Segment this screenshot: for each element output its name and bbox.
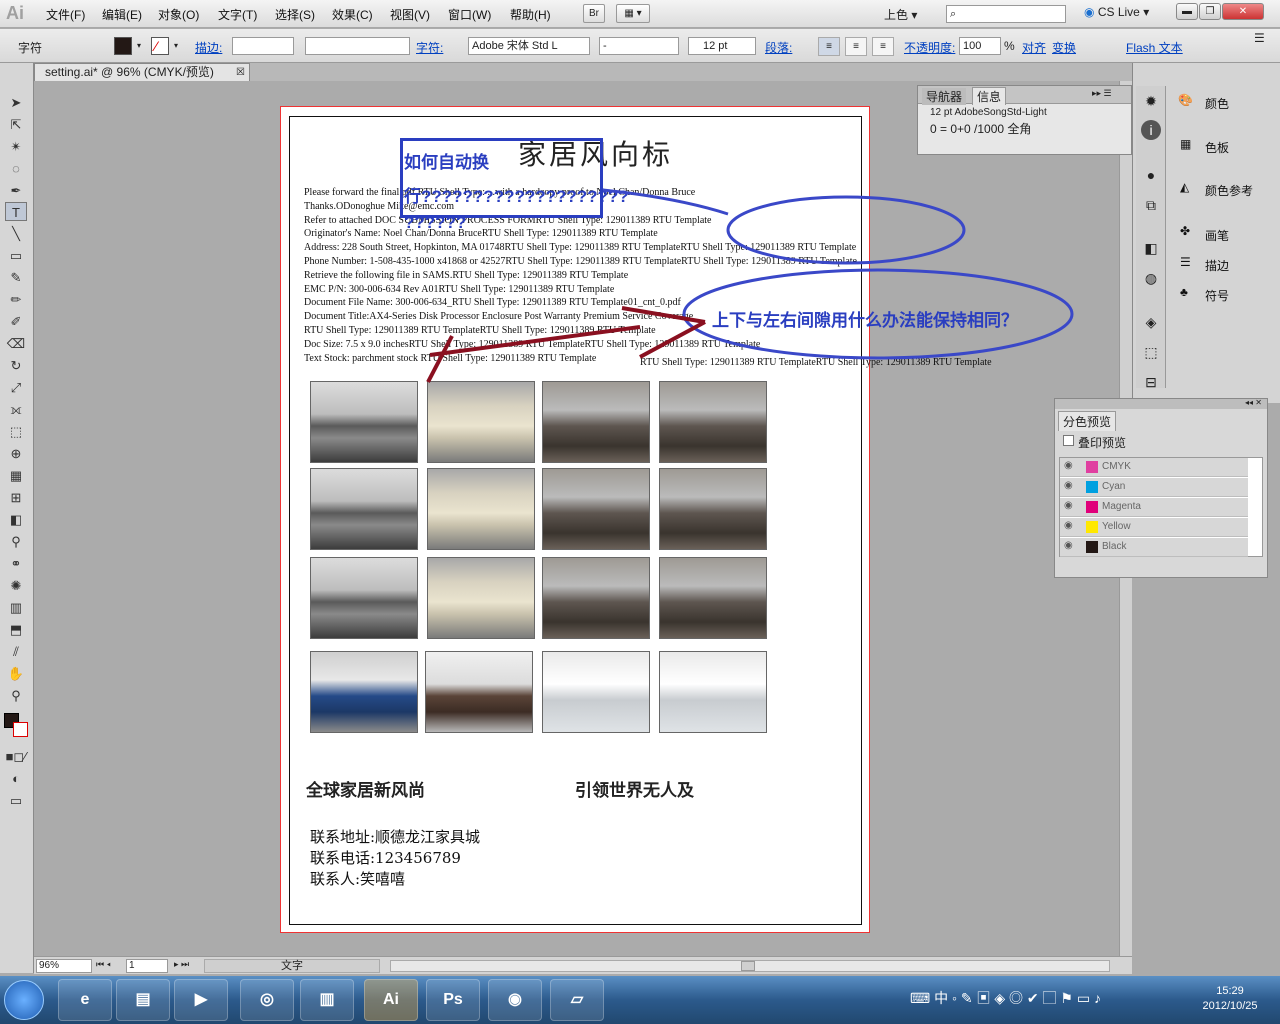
visibility-eye-icon[interactable]: ◉ xyxy=(1064,480,1078,494)
zoom-field[interactable]: 96% xyxy=(36,959,92,973)
separation-name: Black xyxy=(1102,541,1127,552)
swatches-icon: ▦ xyxy=(1180,137,1192,151)
panel-swatches[interactable]: 色板 xyxy=(1205,139,1229,156)
separation-name: CMYK xyxy=(1102,461,1131,472)
panel-color-guide[interactable]: 颜色参考 xyxy=(1205,182,1253,199)
panel-collapse-icon[interactable]: ◂◂ ✕ xyxy=(1245,398,1262,407)
brush-icon: ✤ xyxy=(1180,224,1191,238)
taskbar-media-icon[interactable]: ▶ xyxy=(174,979,228,1021)
taskbar-disc-icon[interactable]: ◉ xyxy=(488,979,542,1021)
separation-name: Magenta xyxy=(1102,501,1141,512)
status-bar: 96% ⏮ ◂ 1 ▸ ⏭ 文字 xyxy=(34,956,1132,974)
info-value-readout: 0 = 0+0 /1000 全角 xyxy=(930,122,1032,136)
taskbar-illustrator-icon[interactable]: Ai xyxy=(364,979,418,1021)
annotation-connector xyxy=(602,188,729,216)
clock-date: 2012/10/25 xyxy=(1202,1000,1258,1012)
brightness-icon[interactable]: ✹ xyxy=(1141,91,1161,111)
horizontal-scroll-thumb[interactable] xyxy=(741,961,755,971)
artboards-icon[interactable]: ⬚ xyxy=(1141,342,1161,362)
separation-swatch xyxy=(1086,481,1098,493)
overprint-checkbox[interactable] xyxy=(1063,435,1074,446)
visibility-eye-icon[interactable]: ◉ xyxy=(1064,460,1078,474)
symbols-icon: ♣ xyxy=(1180,285,1188,299)
appearance-icon[interactable]: ● xyxy=(1141,165,1161,185)
stroke-icon: ☰ xyxy=(1180,255,1191,269)
windows-taskbar: e ▤ ▶ ◎ ▥ Ai Ps ◉ ▱ ⌨ 中 ◦ ✎ ▣ ◈ ◎ ✔ ▢ ⚑ … xyxy=(0,976,1280,1024)
panel-menu-icon[interactable]: ▸▸ ☰ xyxy=(1092,88,1112,99)
annotation-arrow-middle xyxy=(429,325,641,357)
panel-grip xyxy=(1055,399,1267,409)
separation-swatch xyxy=(1086,501,1098,513)
taskbar-notes-icon[interactable]: ▱ xyxy=(550,979,604,1021)
annotation-ellipse-bottom xyxy=(682,268,1074,360)
separation-swatch xyxy=(1086,461,1098,473)
panel-stroke[interactable]: 描边 xyxy=(1205,257,1229,274)
taskbar-ie-icon[interactable]: e xyxy=(58,979,112,1021)
ime-indicator[interactable]: 中 xyxy=(934,990,948,1006)
separation-name: Cyan xyxy=(1102,481,1126,492)
panel-brushes[interactable]: 画笔 xyxy=(1205,227,1229,244)
separation-row[interactable]: ◉ Black xyxy=(1060,538,1248,557)
annotation-arrow-top xyxy=(621,306,706,324)
separation-row[interactable]: ◉ Magenta xyxy=(1060,498,1248,517)
graphic-styles-icon[interactable]: ⧉ xyxy=(1141,195,1161,215)
separation-name: Yellow xyxy=(1102,521,1131,532)
taskbar-archive-icon[interactable]: ▥ xyxy=(300,979,354,1021)
info-panel: 导航器 信息 ▸▸ ☰ 12 pt AdobeSongStd-Light 0 =… xyxy=(917,85,1132,155)
separation-row[interactable]: ◉ CMYK xyxy=(1060,458,1248,477)
palette-icon: 🎨 xyxy=(1178,93,1193,107)
tab-info[interactable]: 信息 xyxy=(972,87,1007,105)
status-tool-display[interactable]: 文字 xyxy=(204,959,380,973)
layers-icon[interactable]: ◈ xyxy=(1141,312,1161,332)
panel-color[interactable]: 颜色 xyxy=(1205,95,1229,112)
info-font-readout: 12 pt AdobeSongStd-Light xyxy=(930,107,1047,118)
annotation-ellipse-top xyxy=(726,195,966,265)
next-page-icon[interactable]: ▸ ⏭ xyxy=(174,959,189,970)
info-icon[interactable]: i xyxy=(1141,120,1161,140)
separation-swatch xyxy=(1086,541,1098,553)
annotation-arrow-left xyxy=(426,335,454,383)
first-page-icon[interactable]: ⏮ ◂ xyxy=(96,959,111,970)
separation-swatch xyxy=(1086,521,1098,533)
horizontal-scrollbar[interactable] xyxy=(390,960,1110,972)
color-guide-icon: ◭ xyxy=(1180,180,1190,194)
separation-row[interactable]: ◉ Cyan xyxy=(1060,478,1248,497)
tray-icons[interactable]: ⌨ 中 ◦ ✎ ▣ ◈ ◎ ✔ ▢ ⚑ ▭ ♪ xyxy=(910,988,1101,1008)
gradient-icon[interactable]: ◧ xyxy=(1141,238,1161,258)
visibility-eye-icon[interactable]: ◉ xyxy=(1064,540,1078,554)
align-panel-icon[interactable]: ⊟ xyxy=(1141,372,1161,392)
panel-symbols[interactable]: 符号 xyxy=(1205,287,1229,304)
system-clock[interactable]: 15:29 2012/10/25 xyxy=(1190,984,1270,1014)
transparency-icon[interactable]: ◍ xyxy=(1141,268,1161,288)
taskbar-explorer-icon[interactable]: ▤ xyxy=(116,979,170,1021)
taskbar-photoshop-icon[interactable]: Ps xyxy=(426,979,480,1021)
separation-row[interactable]: ◉ Yellow xyxy=(1060,518,1248,537)
overprint-label: 叠印预览 xyxy=(1078,436,1127,450)
visibility-eye-icon[interactable]: ◉ xyxy=(1064,500,1078,514)
taskbar-app-icon[interactable]: ◎ xyxy=(240,979,294,1021)
separations-tab[interactable]: 分色预览 xyxy=(1058,411,1117,431)
visibility-eye-icon[interactable]: ◉ xyxy=(1064,520,1078,534)
annotation-arrow-bottom xyxy=(639,320,706,359)
tab-navigator[interactable]: 导航器 xyxy=(922,88,967,105)
start-button[interactable] xyxy=(4,980,44,1020)
clock-time: 15:29 xyxy=(1216,985,1244,997)
status-tool-label: 文字 xyxy=(281,960,303,972)
page-field[interactable]: 1 xyxy=(126,959,168,973)
